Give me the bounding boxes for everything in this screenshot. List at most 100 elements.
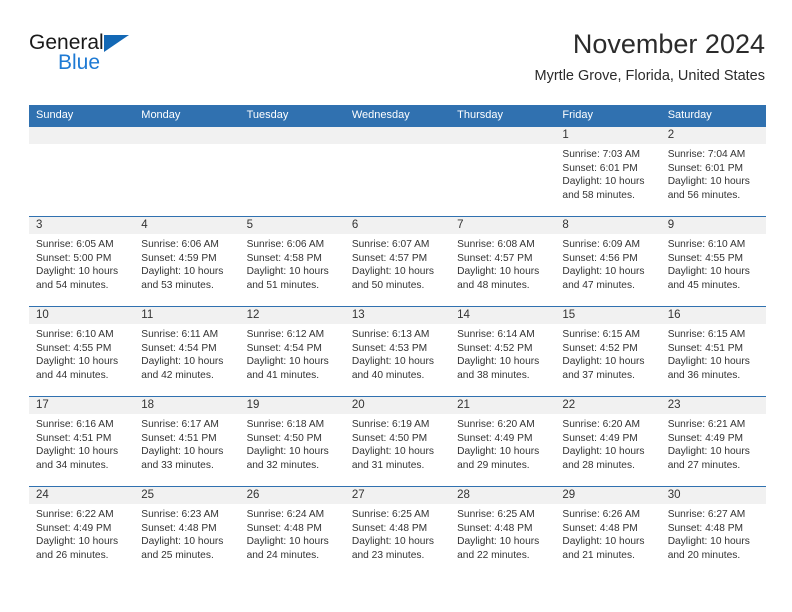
calendar-day-cell[interactable]: 1 Sunrise: 7:03 AM Sunset: 6:01 PM Daylight… — [555, 126, 661, 217]
calendar-day-cell[interactable]: 19 Sunrise: 6:18 AM Sunset: 4:50 PM Dayligh… — [239, 396, 345, 487]
calendar-day-cell[interactable]: 18 Sunrise: 6:17 AM Sunset: 4:51 PM Dayligh… — [134, 396, 240, 487]
day-number — [29, 127, 135, 144]
daylight-text-line2: and 37 minutes. — [562, 369, 635, 381]
day-number: 13 — [344, 307, 451, 324]
day-sun-info: Sunrise: 7:03 AM Sunset: 6:01 PM Daylight:… — [555, 144, 660, 202]
daylight-text-line1: Daylight: 10 hours — [246, 356, 329, 368]
calendar-day-cell[interactable]: 27 Sunrise: 6:25 AM Sunset: 4:48 PM Dayligh… — [344, 486, 451, 576]
day-cell-inner: 7 Sunrise: 6:08 AM Sunset: 4:57 PM Daylight… — [450, 217, 556, 306]
calendar-day-cell[interactable]: 17 Sunrise: 6:16 AM Sunset: 4:51 PM Dayligh… — [29, 396, 135, 487]
day-sun-info: Sunrise: 6:21 AM Sunset: 4:49 PM Daylight:… — [661, 414, 766, 472]
daylight-text-line1: Daylight: 10 hours — [351, 356, 434, 368]
sunset-text: Sunset: 4:51 PM — [141, 432, 217, 444]
calendar-day-cell[interactable]: 15 Sunrise: 6:15 AM Sunset: 4:52 PM Dayligh… — [555, 306, 661, 397]
daylight-text-line1: Daylight: 10 hours — [562, 266, 645, 278]
daylight-text-line1: Daylight: 10 hours — [667, 266, 750, 278]
calendar-day-cell[interactable]: 29 Sunrise: 6:26 AM Sunset: 4:48 PM Dayligh… — [555, 486, 661, 576]
day-sun-info: Sunrise: 6:20 AM Sunset: 4:49 PM Daylight:… — [450, 414, 555, 472]
calendar-day-cell[interactable]: 2 Sunrise: 7:04 AM Sunset: 6:01 PM Daylight… — [660, 126, 766, 217]
calendar-day-cell[interactable]: 16 Sunrise: 6:15 AM Sunset: 4:51 PM Dayligh… — [660, 306, 766, 397]
sunrise-text: Sunrise: 6:10 AM — [667, 239, 746, 250]
weekday-header: Sunday Monday Tuesday Wednesday Thursday Frid… — [29, 105, 766, 127]
daylight-text-line1: Daylight: 10 hours — [457, 266, 540, 278]
sunrise-text: Sunrise: 6:06 AM — [246, 239, 325, 250]
calendar-day-cell[interactable]: 7 Sunrise: 6:08 AM Sunset: 4:57 PM Daylight… — [450, 216, 556, 307]
calendar-day-cell[interactable]: 30 Sunrise: 6:27 AM Sunset: 4:48 PM Dayligh… — [660, 486, 766, 576]
day-cell-inner: 30 Sunrise: 6:27 AM Sunset: 4:48 PM Dayligh… — [660, 487, 766, 576]
sunrise-text: Sunrise: 6:09 AM — [562, 239, 640, 250]
calendar-day-cell[interactable]: 10 Sunrise: 6:10 AM Sunset: 4:55 PM Dayligh… — [29, 306, 135, 397]
calendar-day-cell[interactable]: 23 Sunrise: 6:21 AM Sunset: 4:49 PM Dayligh… — [660, 396, 766, 487]
daylight-text-line2: and 22 minutes. — [457, 549, 530, 561]
daylight-text-line2: and 54 minutes. — [36, 279, 109, 291]
day-number: 14 — [450, 307, 556, 324]
daylight-text-line2: and 34 minutes. — [36, 459, 109, 471]
day-sun-info: Sunrise: 6:25 AM Sunset: 4:48 PM Daylight:… — [345, 504, 450, 562]
calendar-day-cell[interactable]: 9 Sunrise: 6:10 AM Sunset: 4:55 PM Daylight… — [660, 216, 766, 307]
sunrise-text: Sunrise: 6:19 AM — [351, 419, 430, 430]
calendar-day-cell[interactable]: 13 Sunrise: 6:13 AM Sunset: 4:53 PM Dayligh… — [344, 306, 451, 397]
sunrise-text: Sunrise: 6:14 AM — [457, 329, 535, 340]
calendar-day-cell[interactable]: 12 Sunrise: 6:12 AM Sunset: 4:54 PM Dayligh… — [239, 306, 345, 397]
calendar-day-cell[interactable]: 26 Sunrise: 6:24 AM Sunset: 4:48 PM Dayligh… — [239, 486, 345, 576]
sunset-text: Sunset: 4:48 PM — [246, 522, 322, 534]
daylight-text-line2: and 45 minutes. — [667, 279, 741, 291]
daylight-text-line2: and 50 minutes. — [351, 279, 425, 291]
daylight-text-line1: Daylight: 10 hours — [141, 356, 224, 368]
calendar-day-cell[interactable]: 25 Sunrise: 6:23 AM Sunset: 4:48 PM Dayligh… — [134, 486, 240, 576]
calendar-day-cell[interactable]: 28 Sunrise: 6:25 AM Sunset: 4:48 PM Dayligh… — [450, 486, 556, 576]
daylight-text-line2: and 47 minutes. — [562, 279, 635, 291]
sunset-text: Sunset: 4:54 PM — [141, 342, 217, 354]
day-cell-inner: 22 Sunrise: 6:20 AM Sunset: 4:49 PM Dayligh… — [555, 397, 661, 486]
calendar-day-cell[interactable]: 20 Sunrise: 6:19 AM Sunset: 4:50 PM Dayligh… — [344, 396, 451, 487]
day-number: 5 — [239, 217, 345, 234]
general-blue-logo[interactable]: General Blue — [29, 32, 229, 82]
daylight-text-line2: and 26 minutes. — [36, 549, 109, 561]
sunset-text: Sunset: 4:48 PM — [351, 522, 428, 534]
day-cell-inner: 24 Sunrise: 6:22 AM Sunset: 4:49 PM Dayligh… — [29, 487, 135, 576]
day-cell-inner — [450, 127, 556, 216]
day-cell-inner: 10 Sunrise: 6:10 AM Sunset: 4:55 PM Dayligh… — [29, 307, 135, 396]
page-title: November 2024 — [572, 29, 765, 59]
day-sun-info: Sunrise: 6:14 AM Sunset: 4:52 PM Daylight:… — [450, 324, 555, 382]
calendar-empty-cell — [134, 126, 240, 217]
sunset-text: Sunset: 4:50 PM — [246, 432, 322, 444]
day-sun-info: Sunrise: 6:15 AM Sunset: 4:52 PM Daylight:… — [555, 324, 660, 382]
location-subtitle: Myrtle Grove, Florida, United States — [534, 68, 765, 84]
sunset-text: Sunset: 4:57 PM — [351, 252, 428, 264]
calendar-day-cell[interactable]: 24 Sunrise: 6:22 AM Sunset: 4:49 PM Dayligh… — [29, 486, 135, 576]
page-header: General Blue November 2024 Myrtle Grove,… — [29, 28, 765, 98]
daylight-text-line2: and 42 minutes. — [141, 369, 214, 381]
sunrise-text: Sunrise: 6:08 AM — [457, 239, 535, 250]
day-number — [450, 127, 556, 144]
calendar-week-row: 24 Sunrise: 6:22 AM Sunset: 4:49 PM Dayligh… — [29, 486, 766, 576]
calendar-page: General Blue November 2024 Myrtle Grove,… — [0, 0, 792, 612]
sunrise-text: Sunrise: 6:24 AM — [246, 509, 325, 520]
day-number: 23 — [660, 397, 766, 414]
day-sun-info: Sunrise: 6:19 AM Sunset: 4:50 PM Daylight:… — [345, 414, 450, 472]
daylight-text-line2: and 56 minutes. — [667, 189, 741, 201]
calendar-day-cell[interactable]: 3 Sunrise: 6:05 AM Sunset: 5:00 PM Daylight… — [29, 216, 135, 307]
day-number: 15 — [555, 307, 661, 324]
calendar-day-cell[interactable]: 21 Sunrise: 6:20 AM Sunset: 4:49 PM Dayligh… — [450, 396, 556, 487]
calendar-day-cell[interactable]: 22 Sunrise: 6:20 AM Sunset: 4:49 PM Dayligh… — [555, 396, 661, 487]
calendar-day-cell[interactable]: 14 Sunrise: 6:14 AM Sunset: 4:52 PM Dayligh… — [450, 306, 556, 397]
day-number: 10 — [29, 307, 135, 324]
calendar-day-cell[interactable]: 8 Sunrise: 6:09 AM Sunset: 4:56 PM Daylight… — [555, 216, 661, 307]
calendar-header-row: Sunday Monday Tuesday Wednesday Thursday Frid… — [29, 105, 766, 127]
calendar-day-cell[interactable]: 6 Sunrise: 6:07 AM Sunset: 4:57 PM Daylight… — [344, 216, 451, 307]
daylight-text-line2: and 25 minutes. — [141, 549, 214, 561]
day-sun-info: Sunrise: 6:12 AM Sunset: 4:54 PM Daylight:… — [240, 324, 345, 382]
calendar-day-cell[interactable]: 11 Sunrise: 6:11 AM Sunset: 4:54 PM Dayligh… — [134, 306, 240, 397]
calendar-day-cell[interactable]: 4 Sunrise: 6:06 AM Sunset: 4:59 PM Daylight… — [134, 216, 240, 307]
sunset-text: Sunset: 4:49 PM — [667, 432, 744, 444]
daylight-text-line1: Daylight: 10 hours — [562, 356, 645, 368]
day-cell-inner: 23 Sunrise: 6:21 AM Sunset: 4:49 PM Dayligh… — [660, 397, 766, 486]
sunset-text: Sunset: 4:48 PM — [457, 522, 533, 534]
sunrise-text: Sunrise: 6:25 AM — [457, 509, 535, 520]
day-cell-inner: 26 Sunrise: 6:24 AM Sunset: 4:48 PM Dayligh… — [239, 487, 345, 576]
daylight-text-line1: Daylight: 10 hours — [351, 446, 434, 458]
calendar-day-cell[interactable]: 5 Sunrise: 6:06 AM Sunset: 4:58 PM Daylight… — [239, 216, 345, 307]
daylight-text-line2: and 53 minutes. — [141, 279, 214, 291]
calendar-empty-cell — [29, 126, 135, 217]
